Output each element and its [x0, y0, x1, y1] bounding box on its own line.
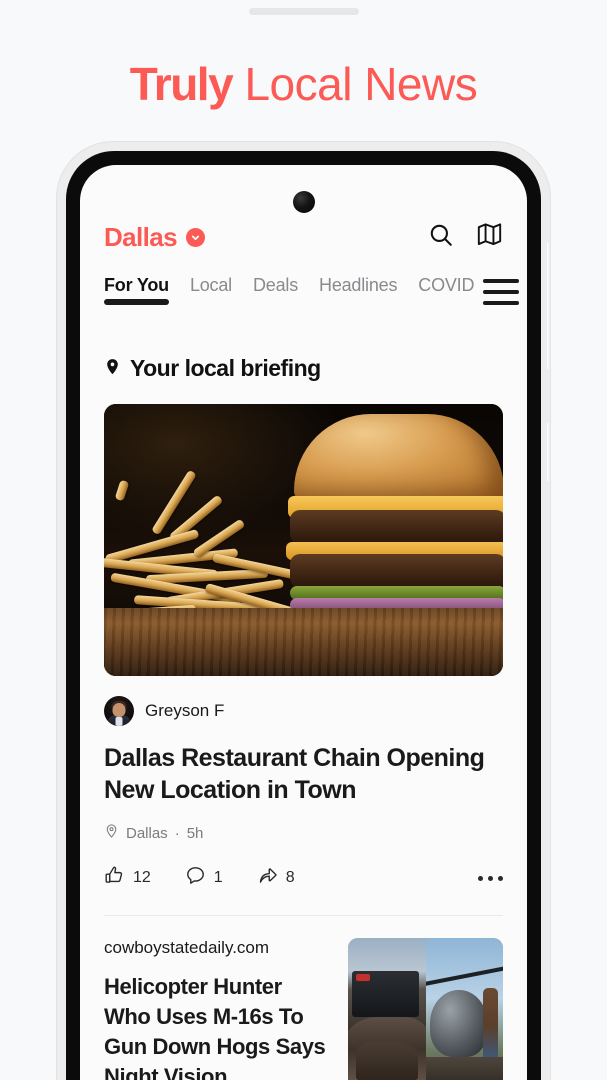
article-actions: 12 1 8 [104, 865, 503, 891]
map-icon[interactable] [476, 221, 503, 253]
location-label: Dallas [104, 221, 178, 252]
avatar [104, 696, 134, 726]
comment-button[interactable]: 1 [185, 865, 223, 891]
briefing-header: Your local briefing [80, 321, 527, 382]
search-icon[interactable] [428, 222, 454, 253]
location-pin-icon [104, 356, 121, 382]
sheet-drag-handle[interactable] [248, 8, 359, 15]
article-headline-2[interactable]: Helicopter Hunter Who Uses M-16s To Gun … [104, 972, 330, 1080]
article-time: 5h [186, 825, 204, 842]
power-button[interactable] [547, 422, 551, 482]
share-button[interactable]: 8 [257, 865, 295, 891]
location-pin-outline-icon [104, 822, 119, 845]
briefing-title: Your local briefing [130, 355, 321, 381]
article-hero-image[interactable] [104, 404, 503, 676]
tab-deals[interactable]: Deals [253, 275, 298, 305]
article-card-1[interactable]: Greyson F Dallas Restaurant Chain Openin… [80, 696, 527, 891]
tab-covid[interactable]: COVID [418, 275, 474, 305]
hamburger-menu-icon[interactable] [475, 277, 527, 307]
phone-bezel: Dallas For You Local Deals Headlines COV… [66, 151, 541, 1080]
phone-mockup: Dallas For You Local Deals Headlines COV… [57, 142, 551, 1080]
comment-count: 1 [213, 869, 223, 886]
chevron-down-icon[interactable] [186, 227, 206, 247]
promo-headline: Truly Local News [0, 55, 607, 113]
article-meta: Dallas · 5h [104, 822, 503, 845]
author-row[interactable]: Greyson F [104, 696, 503, 726]
phone-screen: Dallas For You Local Deals Headlines COV… [80, 165, 527, 1080]
tab-for-you[interactable]: For You [104, 275, 169, 305]
thumbnail-right-half [425, 938, 503, 1080]
tab-bar: For You Local Deals Headlines COVID He [80, 275, 527, 321]
tab-headlines[interactable]: Headlines [319, 275, 397, 305]
article-thumbnail-2[interactable] [348, 938, 503, 1080]
share-arrow-icon [257, 865, 278, 891]
like-count: 12 [133, 869, 151, 886]
page-root: Truly Local News Dallas For You Local De… [0, 0, 607, 1080]
like-button[interactable]: 12 [104, 865, 151, 891]
comment-icon [185, 865, 206, 891]
author-name: Greyson F [145, 701, 225, 720]
article-card-2[interactable]: cowboystatedaily.com Helicopter Hunter W… [80, 916, 527, 1080]
thumbnail-left-half [348, 938, 426, 1080]
article-location: Dallas [126, 825, 168, 842]
promo-rest-text: Local News [232, 58, 478, 110]
meta-separator: · [174, 825, 180, 842]
tab-local[interactable]: Local [190, 275, 232, 305]
article-headline[interactable]: Dallas Restaurant Chain Opening New Loca… [104, 742, 503, 806]
location-selector[interactable]: Dallas [104, 221, 206, 253]
front-camera-icon [292, 191, 315, 213]
more-options-icon[interactable] [478, 875, 503, 881]
header-actions [428, 221, 503, 253]
burger-graphic [286, 414, 503, 639]
volume-button[interactable] [547, 242, 551, 370]
article-source[interactable]: cowboystatedaily.com [104, 938, 330, 958]
promo-bold-word: Truly [129, 58, 234, 110]
thumbs-up-icon [104, 865, 125, 891]
share-count: 8 [285, 869, 295, 886]
